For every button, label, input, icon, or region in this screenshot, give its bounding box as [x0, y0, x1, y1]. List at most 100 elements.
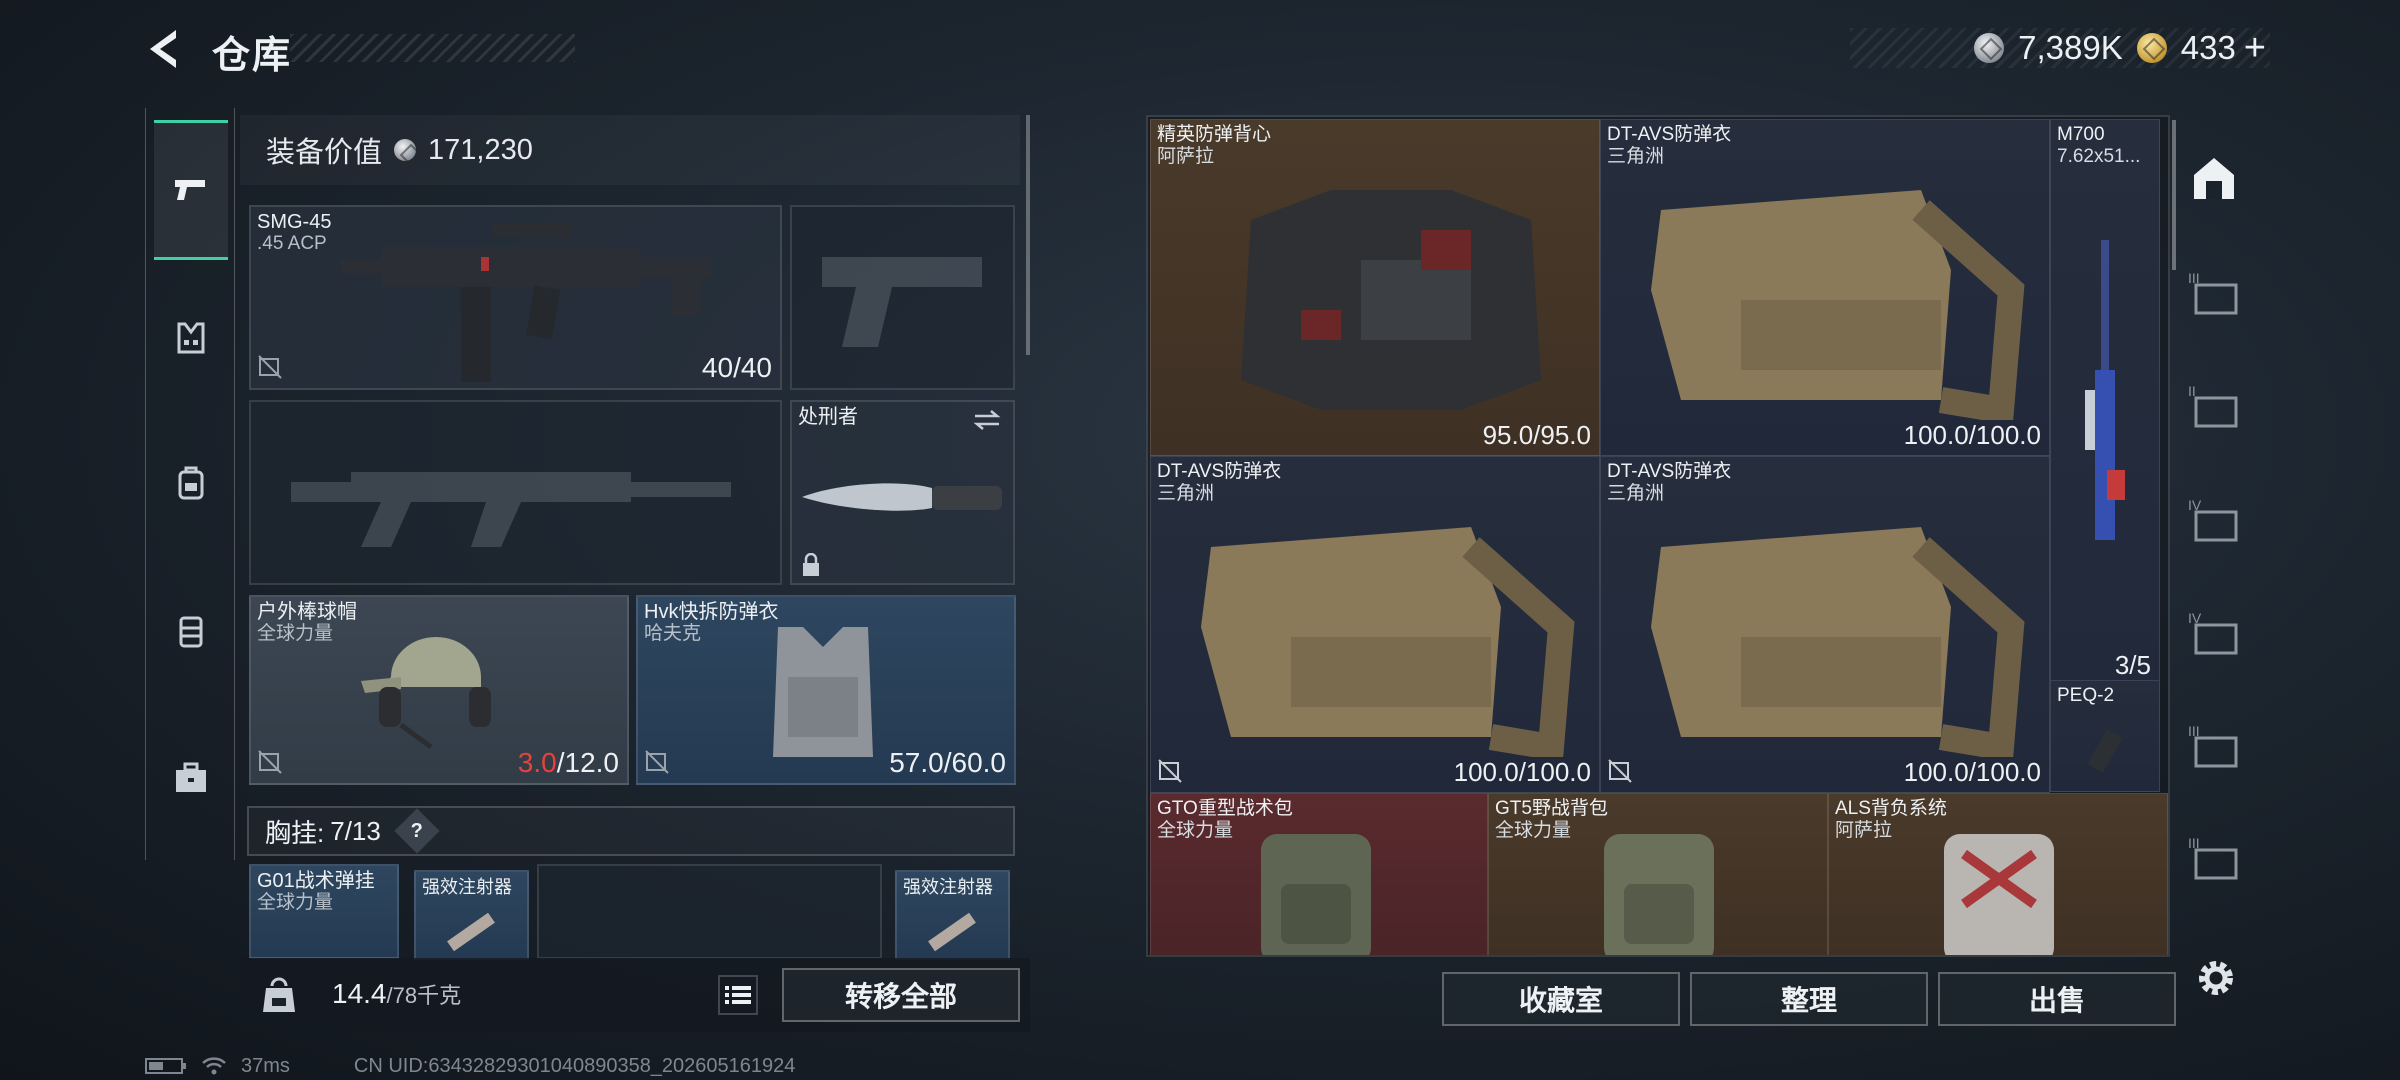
folder-tier-icon: II: [2188, 383, 2238, 428]
back-arrow-icon[interactable]: [140, 24, 190, 74]
user-uid: CN UID:63432829301040890358_202605161924: [353, 1054, 796, 1077]
item-brand: 哈夫克: [644, 623, 702, 644]
item-ammo: 7.62x51...: [2057, 146, 2141, 167]
lock-icon: [803, 553, 819, 576]
category-armor[interactable]: [154, 268, 228, 408]
item-name: PEQ-2: [2057, 685, 2115, 706]
stash-item[interactable]: DT-AVS防弹衣 三角洲 100.0/100.0: [1150, 456, 1600, 793]
currency-bar: 7,389K 433 +: [1850, 27, 2270, 70]
item-ammo: .45 ACP: [257, 233, 327, 254]
folder-tier-icon: III: [2188, 723, 2238, 768]
item-durability: 40/40: [701, 352, 772, 383]
weight-kg-icon: [263, 977, 295, 1012]
equip-value-header: 装备价值 171,230: [240, 115, 1020, 185]
battery-icon: [145, 1058, 186, 1074]
case-icon: [179, 616, 203, 648]
loadout-panel: 装备价值 171,230 SMG-45 .45 ACP 40/40 处刑者 户外…: [240, 115, 1030, 1035]
gold-currency-value: 433: [2180, 29, 2236, 66]
no-insurance-icon: [258, 355, 282, 379]
helmet-slot[interactable]: 户外棒球帽 全球力量 3.0/12.0: [249, 595, 629, 785]
stash-tab-2[interactable]: II: [2186, 378, 2242, 434]
gear-icon[interactable]: [2192, 954, 2240, 1002]
stash-tab-1[interactable]: III: [2186, 265, 2242, 321]
stash-item[interactable]: DT-AVS防弹衣 三角洲 100.0/100.0: [1600, 119, 2050, 456]
stash-item[interactable]: GT5野战背包 全球力量: [1488, 793, 1828, 955]
add-currency-button[interactable]: +: [2244, 27, 2266, 70]
stash-item[interactable]: 精英防弹背心 阿萨拉 95.0/95.0: [1150, 119, 1600, 456]
list-view-button[interactable]: [718, 975, 758, 1015]
primary-weapon-slot[interactable]: SMG-45 .45 ACP 40/40: [249, 205, 782, 390]
backpack-item-icon: [1261, 834, 1371, 955]
item-name: 强效注射器: [903, 877, 993, 897]
item-name: 处刑者: [798, 406, 858, 428]
stash-tab-5[interactable]: III: [2186, 718, 2242, 774]
syringe-icon: [928, 912, 976, 952]
help-icon[interactable]: ?: [394, 808, 440, 854]
item-brand: 阿萨拉: [1157, 146, 1215, 167]
silver-coin-icon: [1974, 33, 2005, 63]
secondary-weapon-slot-empty[interactable]: [249, 400, 782, 585]
page-title: 仓库: [212, 35, 293, 77]
transfer-all-button[interactable]: 转移全部: [782, 968, 1020, 1022]
silver-currency-value: 7,389K: [2018, 29, 2123, 66]
melee-slot[interactable]: 处刑者: [790, 400, 1015, 585]
collection-room-button[interactable]: 收藏室: [1442, 972, 1680, 1026]
folder-tier-icon: III: [2188, 835, 2238, 880]
sort-button[interactable]: 整理: [1690, 972, 1928, 1026]
sell-button[interactable]: 出售: [1938, 972, 2176, 1026]
stash-tab-6[interactable]: III: [2186, 830, 2242, 886]
rig-empty-slot[interactable]: [537, 864, 882, 959]
stash-scrollbar[interactable]: [2172, 120, 2176, 270]
no-insurance-icon: [1608, 759, 1632, 783]
item-brand: 阿萨拉: [1835, 820, 1893, 841]
pistol-slot-empty[interactable]: [790, 205, 1015, 390]
vest-icon: [177, 322, 205, 354]
category-backpack[interactable]: [154, 413, 228, 553]
item-name: G01战术弹挂: [257, 870, 375, 892]
no-insurance-icon: [1158, 759, 1182, 783]
weight-bar: 14.4/78千克 转移全部: [240, 958, 1030, 1032]
category-weapons[interactable]: [154, 120, 228, 260]
smg-icon: [341, 223, 711, 382]
chest-rig-count: 7/13: [330, 815, 381, 846]
folder-tier-icon: IV: [2188, 497, 2238, 542]
stash-tab-4[interactable]: IV: [2186, 605, 2242, 661]
stash-tabs-sidebar: III II IV IV III III: [2178, 130, 2250, 890]
pistol-silhouette-icon: [822, 257, 982, 347]
laser-module-icon: [2087, 729, 2123, 773]
pistol-icon: [175, 180, 205, 200]
category-toolbox[interactable]: [154, 708, 228, 848]
rig-item-slot[interactable]: 强效注射器: [895, 870, 1010, 960]
chest-rig-header: 胸挂: 7/13 ?: [247, 806, 1015, 856]
rig-item-slot[interactable]: G01战术弹挂 全球力量: [249, 864, 399, 959]
folder-tier-icon: III: [2188, 270, 2238, 315]
rig-item-slot[interactable]: 强效注射器: [414, 870, 529, 960]
loadout-scrollbar[interactable]: [1026, 115, 1030, 355]
item-count: 3/5: [2114, 650, 2151, 680]
rifle-silhouette-icon: [291, 472, 731, 547]
stash-tab-3[interactable]: IV: [2186, 492, 2242, 548]
camo-vest-icon: [1651, 527, 2025, 757]
gold-coin-icon: [2136, 33, 2167, 63]
sniper-rifle-icon: [2085, 240, 2125, 540]
title-decoration: [290, 34, 575, 62]
item-name: SMG-45: [257, 211, 332, 233]
wifi-icon: [202, 1057, 226, 1075]
item-brand: 全球力量: [257, 623, 334, 644]
item-name: DT-AVS防弹衣: [1157, 461, 1282, 482]
item-name: M700: [2057, 124, 2105, 145]
armor-slot[interactable]: Hvk快拆防弹衣 哈夫克 57.0/60.0: [636, 595, 1016, 785]
item-brand: 全球力量: [257, 892, 334, 913]
category-container[interactable]: [154, 560, 228, 700]
swap-icon[interactable]: [971, 408, 1003, 432]
stash-item[interactable]: PEQ-2: [2050, 680, 2160, 792]
stash-item[interactable]: ALS背负系统 阿萨拉: [1828, 793, 2168, 955]
elite-vest-icon: [1241, 190, 1541, 410]
folder-tier-icon: IV: [2188, 610, 2238, 655]
stash-item[interactable]: DT-AVS防弹衣 三角洲 100.0/100.0: [1600, 456, 2050, 793]
stash-tab-main[interactable]: [2186, 150, 2242, 206]
item-brand: 全球力量: [1495, 820, 1572, 841]
baseball-cap-icon: [361, 637, 491, 750]
item-brand: 全球力量: [1157, 820, 1234, 841]
stash-item[interactable]: GTO重型战术包 全球力量: [1150, 793, 1488, 955]
